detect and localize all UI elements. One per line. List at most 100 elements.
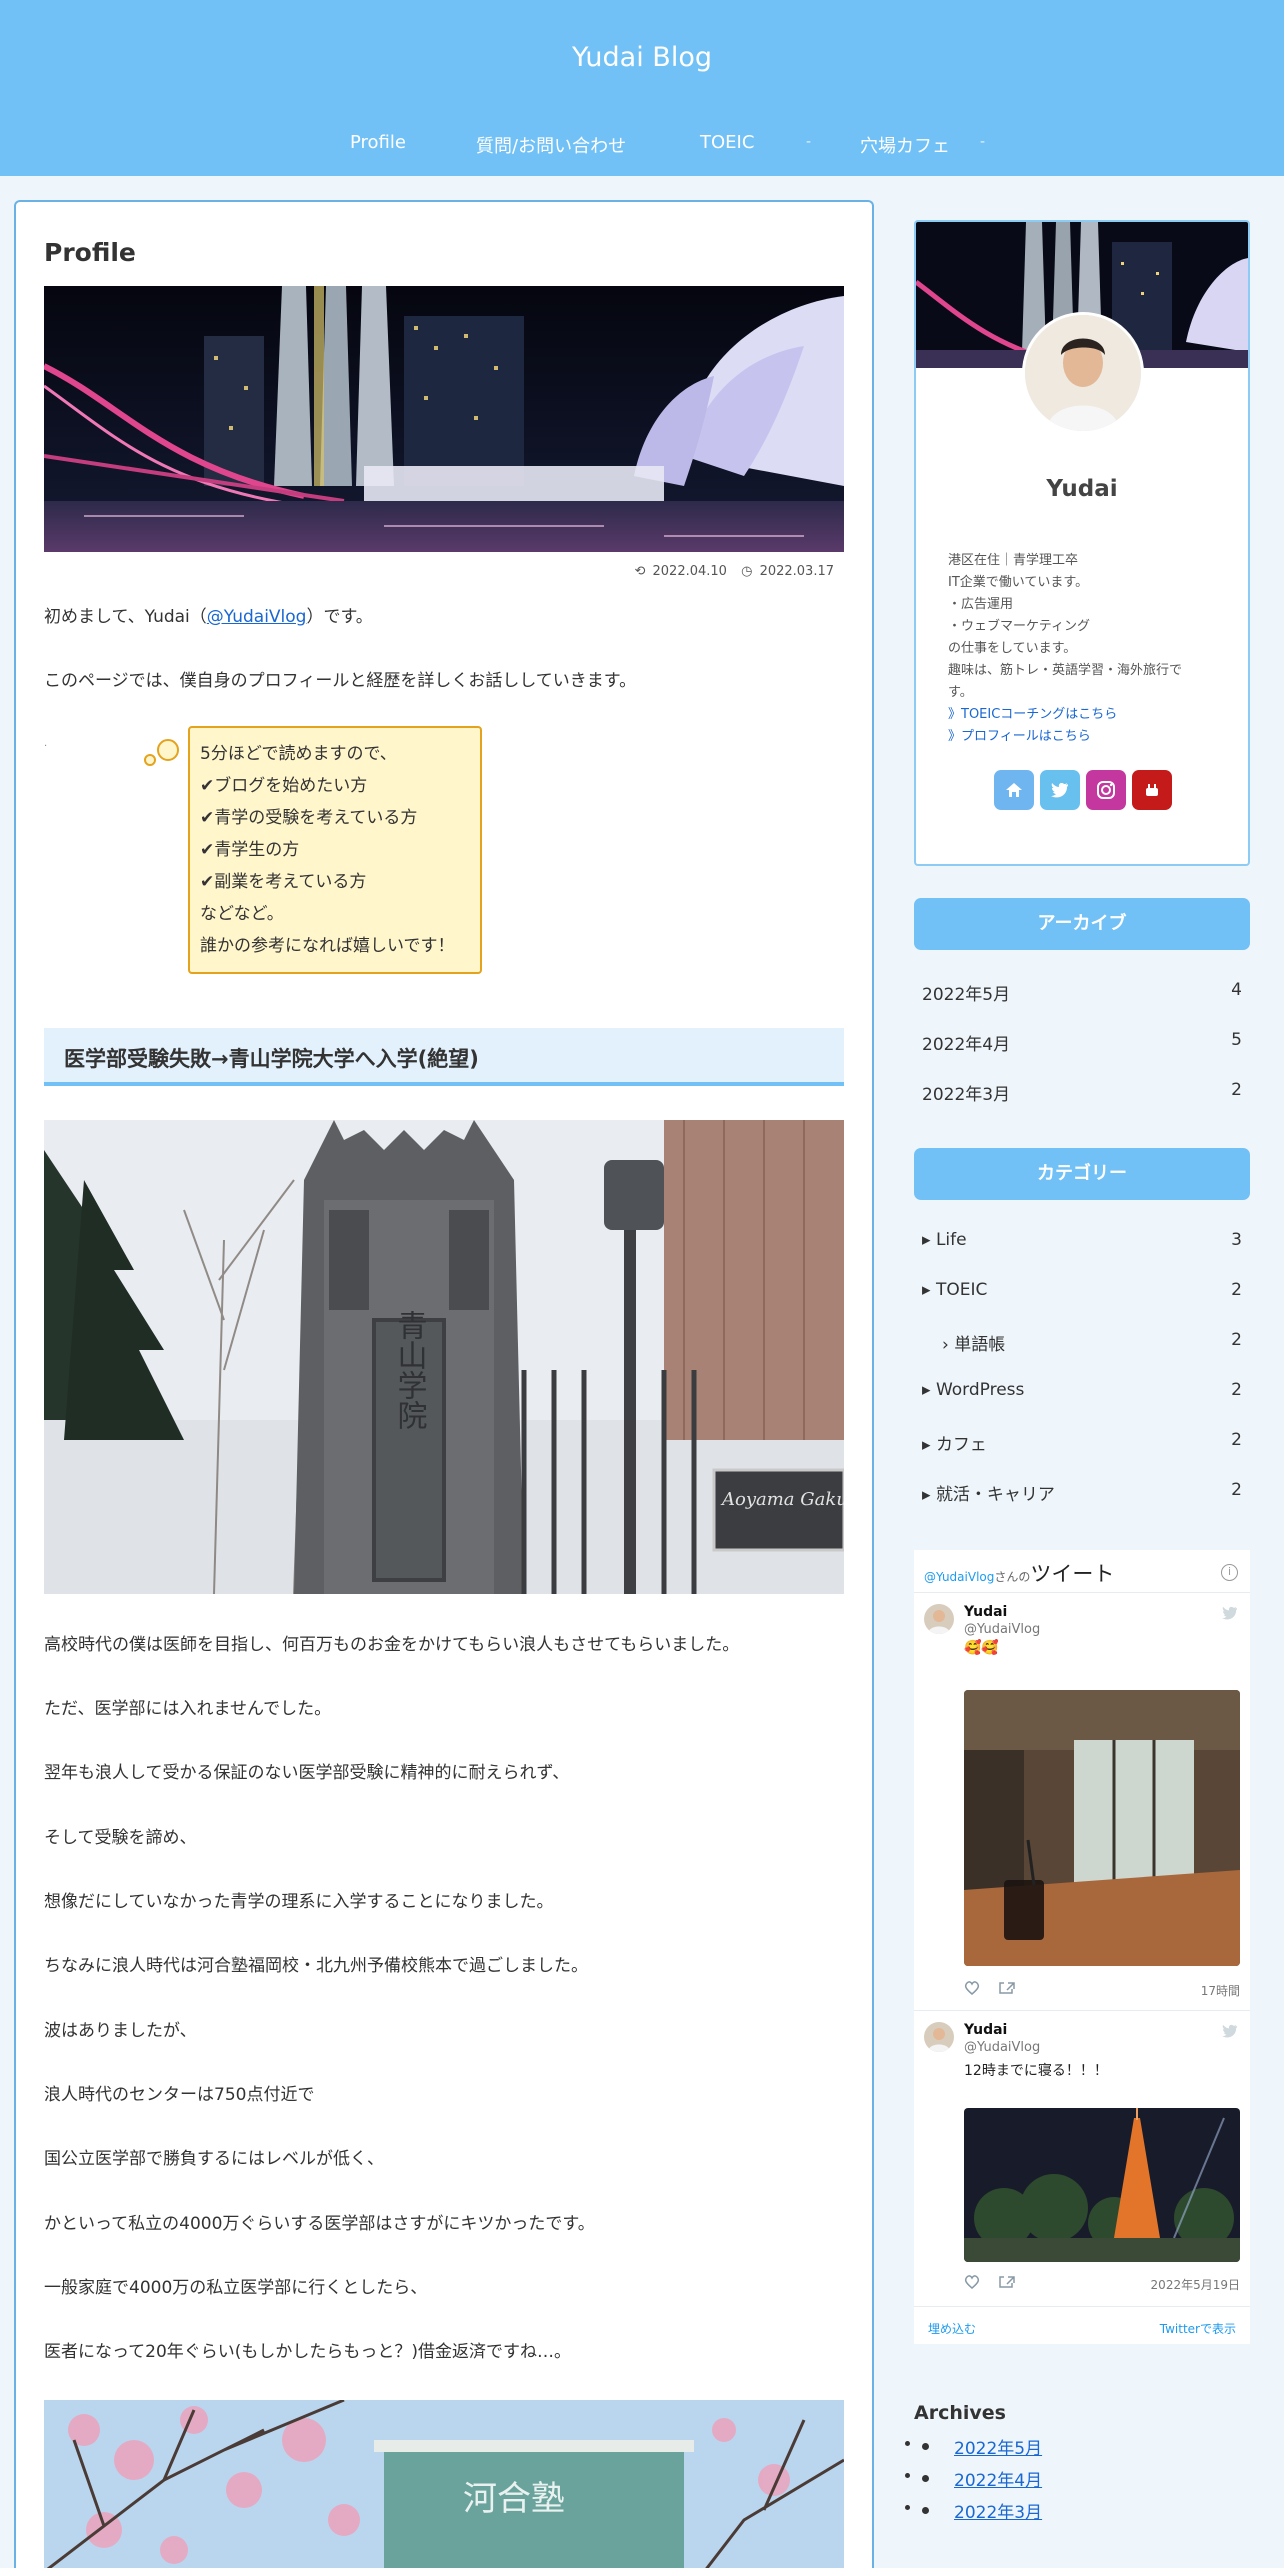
category-item-count: 3	[1231, 1230, 1242, 1250]
category-item-label[interactable]: ▸ カフェ	[922, 1430, 987, 1455]
tweet-text: 🥰🥰	[964, 1640, 999, 1656]
archives-link[interactable]: 2022年5月	[954, 2434, 1042, 2459]
embed-link[interactable]: 埋め込む	[928, 2320, 976, 2337]
category-item-label[interactable]: ▸ WordPress	[922, 1380, 1024, 1400]
home-icon[interactable]	[994, 770, 1034, 810]
archive-item-label[interactable]: 2022年4月	[922, 1030, 1010, 1055]
category-item[interactable]: ▸ TOEIC 2	[922, 1280, 1242, 1310]
instagram-icon[interactable]	[1086, 770, 1126, 810]
tweet-actions[interactable]	[964, 2274, 1024, 2290]
nav-item-cafe[interactable]: 穴場カフェ	[860, 132, 950, 158]
nav-item-contact[interactable]: 質問/お問い合わせ	[476, 132, 626, 158]
profile-link[interactable]: 》プロフィールはこちら	[948, 726, 1228, 748]
caret-right-icon: ▸	[922, 1435, 936, 1455]
body-paragraph: 翌年も浪人して受かる保証のない医学部受験に精神的に耐えられず、	[44, 1763, 570, 1783]
category-subitem[interactable]: › 単語帳 2	[922, 1330, 1242, 1360]
bio-line: 趣味は、筋トレ・英語学習・海外旅行で	[948, 663, 1183, 678]
article: Profile ⟲ 2022.04.10 ◷ 2022.03.17 初めまして、…	[14, 200, 874, 2568]
toeic-coaching-link[interactable]: 》TOEICコーチングはこちら	[948, 704, 1228, 726]
nav-item-profile[interactable]: Profile	[350, 132, 406, 153]
tweet-avatar[interactable]	[924, 1604, 954, 1634]
archives-link[interactable]: 2022年3月	[954, 2498, 1042, 2523]
archive-widget-title: アーカイブ	[914, 898, 1250, 950]
archive-item-count: 5	[1231, 1030, 1242, 1050]
bio-line: 港区在住｜青学理工卒	[948, 553, 1079, 568]
timeline-san: さんの	[994, 1570, 1031, 1584]
tweet-author-name[interactable]: Yudai	[964, 2022, 1007, 2038]
archive-item-label[interactable]: 2022年5月	[922, 980, 1010, 1005]
page-title: Profile	[44, 238, 136, 267]
tweet-author-handle[interactable]: @YudaiVlog	[964, 1622, 1040, 1637]
twitter-bird-icon[interactable]	[1222, 2024, 1238, 2038]
tweet-text: 12時までに寝る！！！	[964, 2063, 1108, 2079]
category-item[interactable]: ▸ WordPress 2	[922, 1380, 1242, 1410]
published-date: 2022.03.17	[759, 564, 834, 579]
twitter-handle-link[interactable]: @YudaiVlog	[207, 607, 307, 627]
archive-item-label[interactable]: 2022年3月	[922, 1080, 1010, 1105]
category-item-label[interactable]: ▸ TOEIC	[922, 1280, 987, 1300]
tweet-author-name[interactable]: Yudai	[964, 1604, 1007, 1620]
category-item-label[interactable]: › 単語帳	[942, 1330, 1005, 1355]
category-item[interactable]: ▸ 就活・キャリア 2	[922, 1480, 1242, 1510]
archives-title: Archives	[914, 2402, 1006, 2424]
body-paragraph: 医者になって20年ぐらい(もしかしたらもっと？)借金返済ですね…。	[44, 2342, 572, 2362]
category-item-count: 2	[1231, 1430, 1242, 1450]
archives-link[interactable]: 2022年4月	[954, 2466, 1042, 2491]
tweet-author-handle[interactable]: @YudaiVlog	[964, 2040, 1040, 2055]
body-paragraph: 高校時代の僕は医師を目指し、何百万ものお金をかけてもらい浪人もさせてもらいました…	[44, 1635, 740, 1655]
thought-bubble-icon	[144, 739, 179, 766]
updated-date: 2022.04.10	[652, 564, 727, 579]
kawaijuku-sign: 河合塾	[463, 2479, 565, 2519]
category-name: カフェ	[935, 1435, 987, 1455]
tweet-avatar[interactable]	[924, 2022, 954, 2052]
profile-card: Yudai 港区在住｜青学理工卒 IT企業で働いています。 ・広告運用 ・ウェブ…	[914, 220, 1250, 866]
info-icon[interactable]: i	[1221, 1564, 1238, 1581]
bullet	[922, 2475, 929, 2482]
intro-text-end: ）です。	[306, 607, 373, 627]
timeline-title: ツイート	[1030, 1562, 1115, 1586]
category-item[interactable]: ▸ Life 3	[922, 1230, 1242, 1260]
archive-item[interactable]: 2022年3月 2	[922, 1080, 1242, 1110]
tweet-image-cafe[interactable]	[964, 1690, 1240, 1966]
body-paragraph: ちなみに浪人時代は河合塾福岡校・北九州予備校熊本で過ごしました。	[44, 1956, 588, 1976]
eyecatch-image	[44, 286, 844, 552]
caret-right-icon: ▸	[922, 1230, 936, 1250]
nav-cafe-caret[interactable]: -	[980, 134, 985, 150]
caret-right-icon: ▸	[922, 1380, 936, 1400]
tweet-image-tokyo-tower[interactable]	[964, 2108, 1240, 2262]
divider	[914, 2010, 1250, 2011]
timeline-handle[interactable]: @YudaiVlog	[924, 1570, 994, 1584]
nav-toeic-caret[interactable]: -	[806, 134, 811, 150]
site-title[interactable]: Yudai Blog	[0, 42, 1284, 73]
archive-item[interactable]: 2022年5月 4	[922, 980, 1242, 1010]
intro-paragraph-2: このページでは、僕自身のプロフィールと経歴を詳しくお話ししていきます。	[44, 671, 637, 691]
profile-name: Yudai	[1046, 476, 1118, 502]
balloon-line: 誰かの参考になれば嬉しいです！	[200, 936, 455, 956]
university-sign: Aoyama Gakuin Universi	[720, 1489, 844, 1510]
category-item-label[interactable]: ▸ Life	[922, 1230, 967, 1250]
archive-item[interactable]: 2022年4月 5	[922, 1030, 1242, 1060]
category-name: 就活・キャリア	[935, 1485, 1055, 1505]
archive-item-count: 2	[1231, 1080, 1242, 1100]
category-item[interactable]: ▸ カフェ 2	[922, 1430, 1242, 1460]
balloon-line: 5分ほどで読めますので、	[200, 744, 397, 764]
view-on-twitter-link[interactable]: Twitterで表示	[1160, 2320, 1236, 2337]
category-item-label[interactable]: ▸ 就活・キャリア	[922, 1480, 1055, 1505]
tweet-time[interactable]: 17時間	[1201, 1982, 1240, 1999]
divider	[914, 1592, 1250, 1593]
body-paragraph: かといって私立の4000万ぐらいする医学部はさすがにキツかったです。	[44, 2214, 595, 2234]
tweet-time[interactable]: 2022年5月19日	[1151, 2276, 1240, 2293]
youtube-icon[interactable]	[1132, 770, 1172, 810]
cherry-blossom-photo: 河合塾	[44, 2400, 844, 2568]
body-paragraph: そして受験を諦め、	[44, 1828, 197, 1848]
post-dates: ⟲ 2022.04.10 ◷ 2022.03.17	[624, 564, 834, 579]
nav-item-toeic[interactable]: TOEIC	[700, 132, 754, 153]
speech-balloon: 5分ほどで読めますので、 ✔ブログを始めたい方 ✔青学の受験を考えている方 ✔青…	[188, 726, 482, 974]
pillar-engraving: 青山学院	[392, 1310, 427, 1430]
avatar	[1022, 312, 1144, 434]
bio-line: す。	[948, 685, 973, 700]
twitter-icon[interactable]	[1040, 770, 1080, 810]
twitter-bird-icon[interactable]	[1222, 1606, 1238, 1620]
caret-right-icon: ▸	[922, 1485, 936, 1505]
tweet-actions[interactable]	[964, 1980, 1024, 1996]
